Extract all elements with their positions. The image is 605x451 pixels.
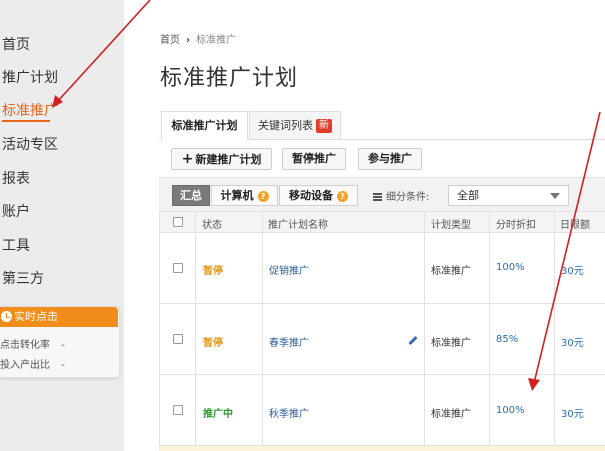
table-row[interactable]: 推广中 秋季推广 标准推广 100% 30元 — [159, 375, 605, 446]
sidebar-item-standard[interactable]: 标准推广 — [2, 100, 58, 122]
realtime-value: - — [61, 340, 65, 351]
header-daily-limit: 日限额 — [560, 220, 590, 231]
status-running: 推广中 — [203, 409, 233, 420]
segment-label: 计算机 — [220, 189, 254, 202]
select-all-checkbox[interactable] — [173, 217, 183, 227]
realtime-value: - — [61, 360, 65, 371]
sidebar: 首页 推广计划 标准推广 活动专区 报表 账户 工具 第三方 实时点击 点击转化… — [0, 0, 124, 451]
plan-name-link[interactable]: 促销推广 — [269, 262, 309, 277]
button-label: 新建推广计划 — [195, 153, 262, 166]
help-icon[interactable]: ? — [337, 190, 348, 202]
daily-limit[interactable]: 30元 — [561, 334, 584, 349]
segment-mobile[interactable]: 移动设备? — [279, 185, 358, 206]
sidebar-item-events[interactable]: 活动专区 — [2, 134, 58, 154]
new-badge: 新 — [316, 119, 332, 133]
segment-label: 移动设备 — [289, 189, 333, 202]
segment-computer[interactable]: 计算机? — [211, 185, 278, 206]
segment-summary[interactable]: 汇总 — [172, 185, 210, 206]
realtime-label: 投入产出比 — [0, 360, 50, 371]
status-paused: 暂停 — [203, 266, 223, 277]
tab-label: 关键词列表 — [258, 119, 313, 132]
sidebar-item-label: 标准推广 — [2, 103, 58, 119]
time-discount[interactable]: 100% — [496, 262, 525, 273]
tab-keyword-list[interactable]: 关键词列表新 — [249, 111, 341, 140]
breadcrumb-current: 标准推广 — [196, 35, 237, 46]
table-row[interactable]: 暂停 春季推广 标准推广 85% 30元 — [159, 304, 605, 375]
tab-standard-plans[interactable]: 标准推广计划 — [161, 111, 248, 140]
filter-condition-text: 细分条件: — [386, 192, 430, 203]
table-header: 状态 推广计划名称 计划类型 分时折扣 日限额 — [159, 211, 605, 233]
header-time-discount: 分时折扣 — [496, 220, 536, 231]
daily-limit[interactable]: 30元 — [561, 262, 584, 277]
page-title: 标准推广计划 — [160, 66, 299, 91]
select-value: 全部 — [457, 189, 479, 202]
table-row[interactable]: 暂停 促销推广 标准推广 100% 30元 — [159, 233, 605, 304]
new-plan-button[interactable]: + 新建推广计划 — [171, 148, 272, 170]
status-paused: 暂停 — [203, 338, 223, 349]
plan-name-link[interactable]: 秋季推广 — [269, 405, 309, 420]
join-button[interactable]: 参与推广 — [358, 148, 422, 170]
active-underline — [2, 120, 50, 122]
row-checkbox[interactable] — [173, 405, 183, 415]
plan-type: 标准推广 — [431, 266, 471, 277]
filter-condition-label: 细分条件: — [373, 188, 429, 203]
sidebar-item-thirdparty[interactable]: 第三方 — [2, 268, 44, 288]
header-plan-type: 计划类型 — [431, 220, 471, 231]
realtime-panel: 实时点击 点击转化率 - 投入产出比 - — [0, 306, 120, 378]
breadcrumb-home[interactable]: 首页 — [160, 35, 180, 46]
pause-button[interactable]: 暂停推广 — [282, 148, 346, 170]
sidebar-item-reports[interactable]: 报表 — [2, 168, 30, 188]
realtime-label: 点击转化率 — [0, 340, 50, 351]
plan-type: 标准推广 — [431, 338, 471, 349]
time-discount[interactable]: 85% — [496, 334, 518, 345]
caret-down-icon — [550, 193, 560, 199]
breadcrumb: 首页 › 标准推广 — [160, 31, 236, 46]
chevron-right-icon: › — [186, 35, 191, 46]
pencil-icon[interactable] — [408, 335, 418, 346]
realtime-title: 实时点击 — [14, 310, 58, 323]
table-footer-strip — [159, 446, 605, 451]
help-icon[interactable]: ? — [257, 190, 269, 202]
realtime-row-roi: 投入产出比 - — [0, 356, 65, 371]
sidebar-item-tools[interactable]: 工具 — [2, 235, 30, 255]
plan-type: 标准推广 — [431, 409, 471, 420]
header-status: 状态 — [202, 220, 222, 231]
filter-icon — [373, 193, 382, 201]
sidebar-item-account[interactable]: 账户 — [2, 201, 30, 221]
time-discount[interactable]: 100% — [496, 405, 525, 416]
row-checkbox[interactable] — [173, 263, 183, 273]
plus-icon: + — [181, 151, 194, 167]
header-plan-name: 推广计划名称 — [268, 220, 328, 231]
daily-limit[interactable]: 30元 — [561, 405, 584, 420]
realtime-row-ctr: 点击转化率 - — [0, 336, 65, 351]
realtime-header[interactable]: 实时点击 — [0, 307, 118, 327]
clock-icon — [1, 311, 12, 322]
filter-bar: 汇总 计算机? 移动设备? 细分条件: 全部 — [159, 177, 605, 211]
row-checkbox[interactable] — [173, 334, 183, 344]
sidebar-item-home[interactable]: 首页 — [2, 34, 30, 54]
plan-name-link[interactable]: 春季推广 — [269, 334, 309, 349]
condition-select[interactable]: 全部 — [448, 185, 569, 206]
sidebar-item-plans[interactable]: 推广计划 — [2, 67, 58, 87]
